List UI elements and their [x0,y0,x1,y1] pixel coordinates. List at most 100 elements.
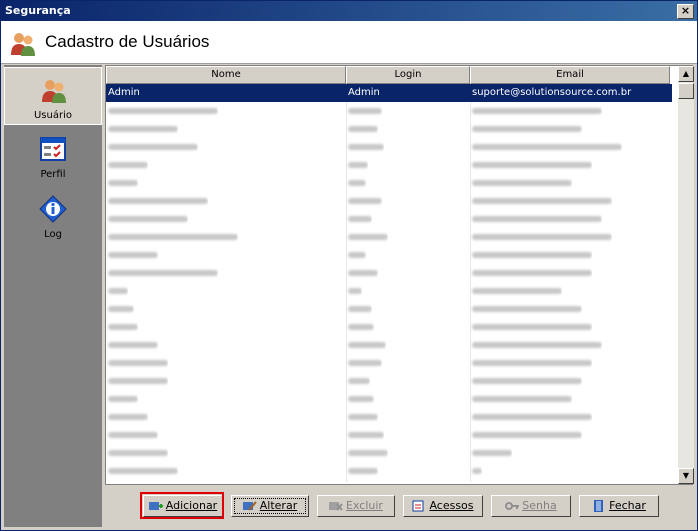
cell-redacted [346,246,366,264]
table-row[interactable] [106,246,672,264]
cell-redacted [470,372,582,390]
sidebar-item-label: Perfil [40,169,66,180]
cell-redacted [106,300,134,318]
cell-redacted [106,336,158,354]
cell-redacted [346,390,374,408]
cell-redacted [106,138,198,156]
table-row[interactable] [106,156,672,174]
table-row[interactable] [106,120,672,138]
cell-redacted [346,102,382,120]
scroll-thumb[interactable] [678,83,694,99]
cell-redacted [346,210,372,228]
cell-redacted [470,228,612,246]
cell-redacted [470,354,592,372]
cell-redacted [346,408,378,426]
cell-redacted [106,318,138,336]
table-row[interactable] [106,102,672,120]
password-button[interactable]: Senha [491,495,571,517]
table-row[interactable] [106,210,672,228]
column-header-email[interactable]: Email [470,66,670,84]
users-table: Nome Login Email Admin Admin suporte@sol… [105,65,694,485]
table-row[interactable] [106,174,672,192]
sidebar-item-usuario[interactable]: Usuário [4,67,102,125]
cell-redacted [106,120,178,138]
cell-redacted [106,372,168,390]
highlight-box [140,492,224,519]
column-header-nome[interactable]: Nome [106,66,346,84]
close-button[interactable]: Fechar [579,495,659,517]
table-body: Admin Admin suporte@solutionsource.com.b… [106,84,672,482]
cell-redacted [106,156,148,174]
table-row[interactable] [106,408,672,426]
cell-redacted [470,300,582,318]
cell-email: suporte@solutionsource.com.br [472,87,632,98]
cell-redacted [470,390,572,408]
sidebar-item-log[interactable]: Log [4,187,102,245]
cell-redacted [470,246,592,264]
profile-checklist-icon [40,137,66,161]
cell-redacted [106,354,168,372]
cell-redacted [106,210,188,228]
scroll-up-arrow-icon[interactable]: ▲ [678,66,694,82]
table-row[interactable] [106,372,672,390]
cell-redacted [346,156,368,174]
cell-redacted [346,192,382,210]
sidebar-item-perfil[interactable]: Perfil [4,127,102,185]
cell-redacted [470,210,602,228]
title-bar[interactable]: Segurança × [1,1,697,21]
cell-redacted [346,318,374,336]
cell-redacted [470,426,582,444]
cell-redacted [106,246,158,264]
users-icon [42,80,66,103]
close-window-button[interactable]: × [677,4,694,19]
table-row[interactable] [106,282,672,300]
access-button[interactable]: Acessos [403,495,483,517]
cell-redacted [106,174,138,192]
window-title: Segurança [5,4,71,17]
cell-redacted [470,192,612,210]
table-row[interactable] [106,354,672,372]
cell-redacted [470,444,512,462]
table-row[interactable] [106,336,672,354]
cell-redacted [470,264,592,282]
page-title: Cadastro de Usuários [45,32,210,51]
users-icon [11,33,35,56]
cell-redacted [346,426,384,444]
cell-redacted [470,336,602,354]
cell-redacted [106,426,158,444]
table-row[interactable] [106,426,672,444]
cell-redacted [346,282,362,300]
table-header: Nome Login Email [106,66,672,84]
vertical-scrollbar[interactable]: ▲ ▼ [678,66,694,484]
table-row[interactable] [106,444,672,462]
cell-redacted [106,192,208,210]
column-header-login[interactable]: Login [346,66,470,84]
delete-button[interactable]: Excluir [317,495,395,517]
cell-redacted [106,282,128,300]
edit-button[interactable]: Alterar [231,495,309,517]
cell-redacted [106,228,238,246]
sidebar: Usuário Perfil Log [4,65,102,527]
cell-redacted [346,354,382,372]
cell-redacted [470,174,572,192]
table-row[interactable] [106,264,672,282]
table-row[interactable] [106,228,672,246]
cell-redacted [346,138,384,156]
info-log-icon [39,195,67,223]
table-row[interactable] [106,300,672,318]
cell-redacted [106,408,148,426]
delete-icon [329,502,343,511]
scroll-down-arrow-icon[interactable]: ▼ [678,468,694,484]
table-row[interactable] [106,138,672,156]
cell-redacted [106,102,218,120]
cell-redacted [470,120,582,138]
table-row[interactable] [106,390,672,408]
app-window: Segurança × Cadastro de Usuários Usuário… [0,0,698,531]
sidebar-item-label: Log [44,229,62,240]
table-row-selected[interactable]: Admin Admin suporte@solutionsource.com.b… [106,84,672,102]
cell-redacted [346,462,378,480]
table-row[interactable] [106,192,672,210]
cell-redacted [470,318,592,336]
table-row[interactable] [106,462,672,480]
table-row[interactable] [106,318,672,336]
